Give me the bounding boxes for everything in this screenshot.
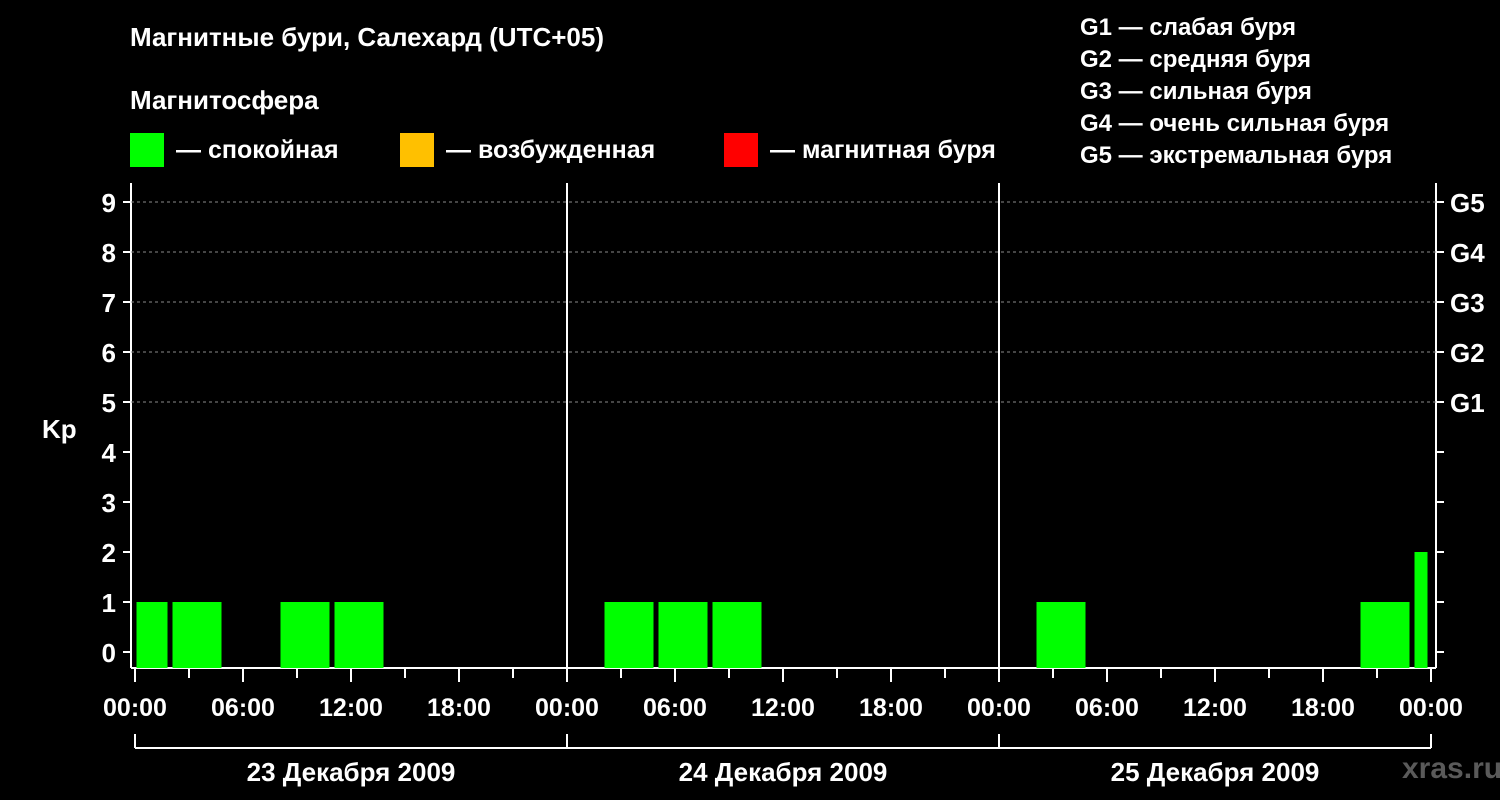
y-tick-label: 5 <box>102 388 116 418</box>
kp-chart: 0 1 2 3 4 5 6 7 8 9 Kp G1 G2 G3 G4 G5 00:00 06:00 12:00 18:… <box>42 183 1485 787</box>
kp-bar <box>1036 602 1086 668</box>
x-tick-label: 12:00 <box>751 694 815 722</box>
y-tick-label: 9 <box>102 188 116 218</box>
x-tick-label: 12:00 <box>1183 694 1247 722</box>
date-label: 23 Декабря 2009 <box>247 757 456 787</box>
y-tick-label: 3 <box>102 488 116 518</box>
y-tick-label: 0 <box>102 638 116 668</box>
y-tick-label: 7 <box>102 288 116 318</box>
y-tick-label: 6 <box>102 338 116 368</box>
watermark: xras.ru <box>1402 752 1500 785</box>
x-tick-label: 06:00 <box>643 694 707 722</box>
x-tick-label: 00:00 <box>103 694 167 722</box>
g-level-label: G1 <box>1450 388 1485 418</box>
kp-bar <box>1414 552 1428 668</box>
kp-bar <box>136 602 168 668</box>
x-tick-label: 18:00 <box>427 694 491 722</box>
kp-bar <box>658 602 708 668</box>
kp-bar <box>1360 602 1410 668</box>
kp-bar <box>712 602 762 668</box>
x-tick-label: 00:00 <box>535 694 599 722</box>
kp-bar <box>604 602 654 668</box>
g-level-label: G3 <box>1450 288 1485 318</box>
g-level-label: G2 <box>1450 338 1485 368</box>
g-level-label: G5 <box>1450 188 1485 218</box>
x-tick-label: 00:00 <box>967 694 1031 722</box>
date-label: 24 Декабря 2009 <box>679 757 888 787</box>
y-tick-label: 8 <box>102 238 116 268</box>
kp-bar <box>280 602 330 668</box>
y-tick-label: 2 <box>102 538 116 568</box>
y-tick-label: 4 <box>102 438 117 468</box>
x-tick-label: 06:00 <box>1075 694 1139 722</box>
kp-bar <box>172 602 222 668</box>
y-tick-label: 1 <box>102 588 116 618</box>
x-tick-label: 00:00 <box>1399 694 1463 722</box>
x-tick-label: 18:00 <box>859 694 923 722</box>
x-tick-label: 18:00 <box>1291 694 1355 722</box>
kp-bar <box>334 602 384 668</box>
x-tick-label: 06:00 <box>211 694 275 722</box>
g-level-label: G4 <box>1450 238 1485 268</box>
y-axis-title: Kp <box>42 414 77 444</box>
x-tick-label: 12:00 <box>319 694 383 722</box>
date-label: 25 Декабря 2009 <box>1111 757 1320 787</box>
